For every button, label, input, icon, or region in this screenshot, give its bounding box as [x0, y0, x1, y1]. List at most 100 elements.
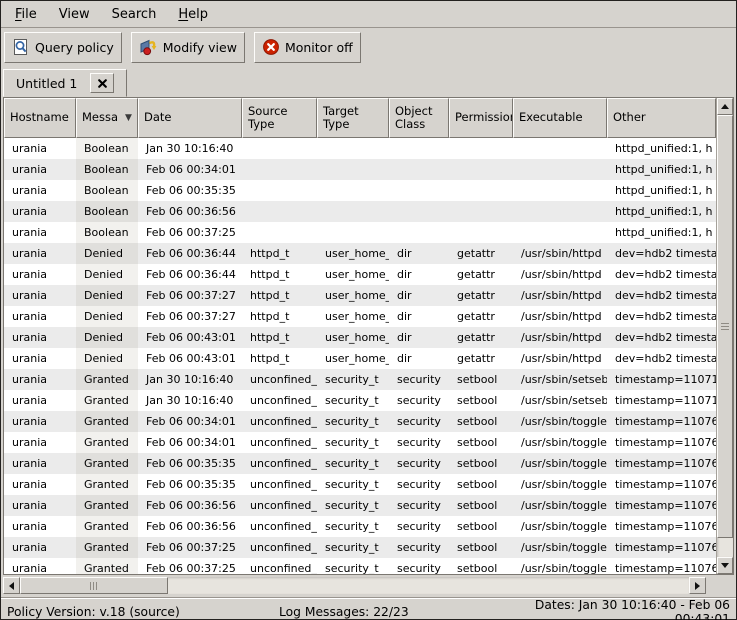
- table-cell: urania: [4, 453, 76, 474]
- vertical-scrollbar[interactable]: [716, 98, 733, 574]
- table-row[interactable]: uraniaBooleanFeb 06 00:35:35httpd_unifie…: [4, 180, 716, 201]
- column-label: Target Type: [323, 105, 383, 131]
- menu-view[interactable]: View: [49, 4, 100, 25]
- table-row[interactable]: uraniaGrantedFeb 06 00:34:01unconfined_s…: [4, 411, 716, 432]
- table-cell: timestamp=11076: [607, 453, 716, 474]
- menu-file[interactable]: File: [5, 4, 47, 25]
- table-cell: Granted: [76, 369, 138, 390]
- arrow-up-icon: [721, 104, 729, 109]
- table-row[interactable]: uraniaDeniedFeb 06 00:37:27httpd_tuser_h…: [4, 306, 716, 327]
- table-cell: security: [389, 390, 449, 411]
- table-row[interactable]: uraniaGrantedFeb 06 00:37:25unconfined_s…: [4, 537, 716, 558]
- table-row[interactable]: uraniaGrantedFeb 06 00:37:25unconfined_s…: [4, 558, 716, 574]
- arrow-left-icon: [9, 582, 14, 590]
- horizontal-scrollbar[interactable]: [3, 577, 706, 594]
- menu-help[interactable]: Help: [168, 4, 218, 25]
- table-cell: Boolean: [76, 201, 138, 222]
- table-row[interactable]: uraniaBooleanFeb 06 00:36:56httpd_unifie…: [4, 201, 716, 222]
- query-policy-button[interactable]: Query policy: [4, 32, 122, 63]
- dates-status: Dates: Jan 30 10:16:40 - Feb 06 00:43:01: [491, 598, 730, 620]
- table-row[interactable]: uraniaBooleanFeb 06 00:34:01httpd_unifie…: [4, 159, 716, 180]
- table-cell: setbool: [449, 369, 513, 390]
- table-cell: Boolean: [76, 180, 138, 201]
- table-row[interactable]: uraniaGrantedFeb 06 00:36:56unconfined_s…: [4, 516, 716, 537]
- table-cell: Denied: [76, 306, 138, 327]
- table-row[interactable]: uraniaGrantedFeb 06 00:35:35unconfined_s…: [4, 453, 716, 474]
- horizontal-scrollbar-track[interactable]: [20, 577, 689, 594]
- monitor-off-button[interactable]: Monitor off: [254, 32, 361, 63]
- vertical-scrollbar-track[interactable]: [717, 115, 733, 557]
- modify-view-button[interactable]: Modify view: [131, 32, 245, 63]
- table-cell: httpd_t: [242, 327, 317, 348]
- column-header-executable[interactable]: Executable: [513, 98, 607, 138]
- scroll-left-button[interactable]: [3, 577, 20, 594]
- table-cell: dev=hdb2 timesta: [607, 348, 716, 369]
- column-label: Source Type: [248, 105, 311, 131]
- table-cell: [317, 180, 389, 201]
- table-cell: timestamp=11071: [607, 390, 716, 411]
- column-header-date[interactable]: Date: [138, 98, 242, 138]
- table-cell: Granted: [76, 558, 138, 574]
- table-cell: security_t: [317, 369, 389, 390]
- table-row[interactable]: uraniaGrantedFeb 06 00:35:35unconfined_s…: [4, 474, 716, 495]
- table-cell: [389, 180, 449, 201]
- horizontal-scrollbar-thumb[interactable]: [20, 577, 168, 594]
- scroll-up-button[interactable]: [717, 98, 733, 115]
- table-cell: /usr/sbin/httpd: [513, 264, 607, 285]
- table-row[interactable]: uraniaDeniedFeb 06 00:36:44httpd_tuser_h…: [4, 264, 716, 285]
- table-row[interactable]: uraniaGrantedJan 30 10:16:40unconfined_s…: [4, 390, 716, 411]
- table-row[interactable]: uraniaDeniedFeb 06 00:37:27httpd_tuser_h…: [4, 285, 716, 306]
- column-header-target-type[interactable]: Target Type: [317, 98, 389, 138]
- table-cell: setbool: [449, 390, 513, 411]
- table-cell: Jan 30 10:16:40: [138, 369, 242, 390]
- column-label: Permission: [455, 111, 513, 124]
- table-row[interactable]: uraniaBooleanFeb 06 00:37:25httpd_unifie…: [4, 222, 716, 243]
- table-cell: Granted: [76, 537, 138, 558]
- table-cell: security: [389, 369, 449, 390]
- table-cell: httpd_t: [242, 306, 317, 327]
- log-table-content: Hostname Messa▼ Date Source Type Target …: [4, 98, 716, 574]
- tab-untitled-1[interactable]: Untitled 1: [3, 69, 127, 97]
- menu-search[interactable]: Search: [102, 4, 167, 25]
- table-row[interactable]: uraniaGrantedFeb 06 00:34:01unconfined_s…: [4, 432, 716, 453]
- table-cell: unconfined_: [242, 411, 317, 432]
- column-label: Object Class: [395, 105, 443, 131]
- table-cell: [449, 180, 513, 201]
- vertical-scrollbar-thumb[interactable]: [717, 115, 733, 538]
- table-cell: Boolean: [76, 159, 138, 180]
- table-cell: Feb 06 00:36:56: [138, 495, 242, 516]
- status-bar: Policy Version: v.18 (source) Log Messag…: [1, 597, 736, 619]
- table-cell: security: [389, 411, 449, 432]
- scroll-right-button[interactable]: [689, 577, 706, 594]
- tab-close-button[interactable]: [90, 73, 114, 93]
- table-cell: security_t: [317, 390, 389, 411]
- table-cell: Granted: [76, 411, 138, 432]
- query-policy-label: Query policy: [35, 40, 114, 55]
- table-cell: Feb 06 00:35:35: [138, 474, 242, 495]
- table-row[interactable]: uraniaGrantedFeb 06 00:36:56unconfined_s…: [4, 495, 716, 516]
- table-row[interactable]: uraniaBooleanJan 30 10:16:40httpd_unifie…: [4, 138, 716, 159]
- table-cell: urania: [4, 495, 76, 516]
- column-header-permission[interactable]: Permission: [449, 98, 513, 138]
- table-row[interactable]: uraniaGrantedJan 30 10:16:40unconfined_s…: [4, 369, 716, 390]
- table-cell: setbool: [449, 411, 513, 432]
- table-cell: urania: [4, 180, 76, 201]
- table-row[interactable]: uraniaDeniedFeb 06 00:43:01httpd_tuser_h…: [4, 327, 716, 348]
- table-cell: [513, 180, 607, 201]
- column-header-source-type[interactable]: Source Type: [242, 98, 317, 138]
- scroll-down-button[interactable]: [717, 557, 733, 574]
- column-header-hostname[interactable]: Hostname: [4, 98, 76, 138]
- tab-label: Untitled 1: [16, 76, 77, 91]
- table-cell: urania: [4, 264, 76, 285]
- table-row[interactable]: uraniaDeniedFeb 06 00:43:01httpd_tuser_h…: [4, 348, 716, 369]
- table-cell: [242, 222, 317, 243]
- column-header-other[interactable]: Other: [607, 98, 716, 138]
- table-row[interactable]: uraniaDeniedFeb 06 00:36:44httpd_tuser_h…: [4, 243, 716, 264]
- column-header-message[interactable]: Messa▼: [76, 98, 138, 138]
- table-cell: urania: [4, 201, 76, 222]
- table-cell: getattr: [449, 243, 513, 264]
- table-cell: security_t: [317, 474, 389, 495]
- column-header-object-class[interactable]: Object Class: [389, 98, 449, 138]
- table-cell: Feb 06 00:43:01: [138, 327, 242, 348]
- table-cell: Boolean: [76, 138, 138, 159]
